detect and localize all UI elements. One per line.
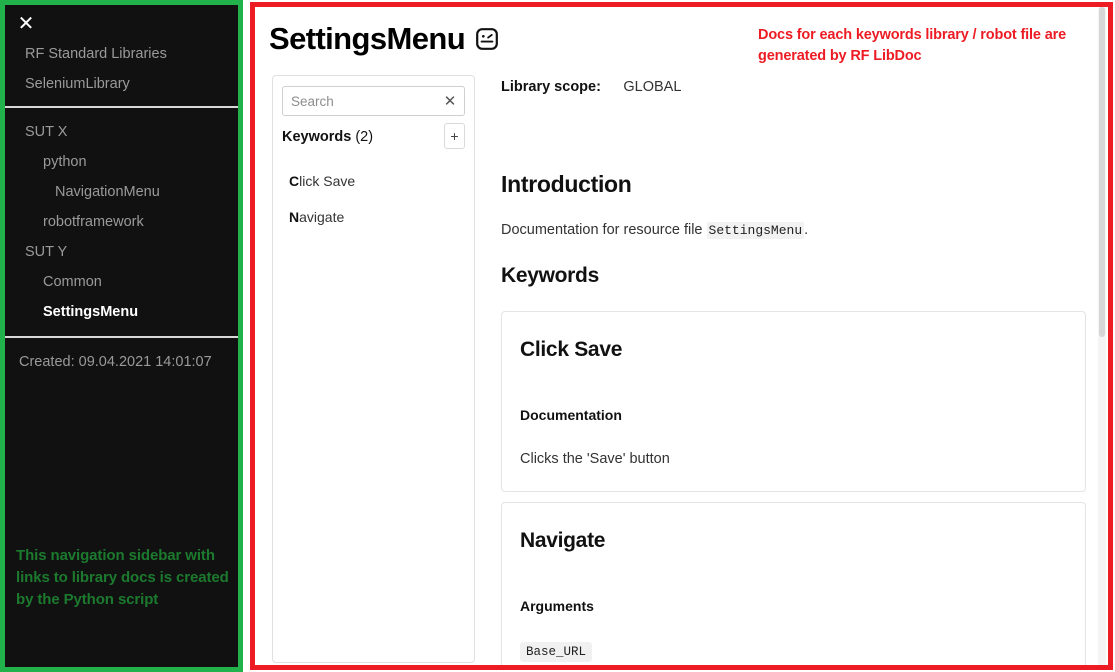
sidebar-item-rf-standard-libraries[interactable]: RF Standard Libraries <box>5 39 238 69</box>
document-scrollbar-thumb[interactable] <box>1099 7 1105 337</box>
introduction-text-after: . <box>804 222 809 238</box>
nav-group-libraries: RF Standard Libraries SeleniumLibrary <box>5 39 238 99</box>
libdoc-panel-inner: SettingsMenu Docs for each keywords libr… <box>255 7 1108 665</box>
navigation-sidebar-inner: ✕ RF Standard Libraries SeleniumLibrary … <box>5 5 238 667</box>
keyword-link-navigate[interactable]: Navigate <box>273 199 474 235</box>
keywords-header-label: Keywords <box>282 129 352 145</box>
sidebar-created-timestamp: Created: 09.04.2021 14:01:07 <box>19 354 212 370</box>
page-root: ✕ RF Standard Libraries SeleniumLibrary … <box>0 0 1115 672</box>
keyword-initial: C <box>289 173 300 189</box>
sidebar-item-sut-x[interactable]: SUT X <box>5 117 238 147</box>
sidebar-annotation-text: This navigation sidebar with links to li… <box>16 547 229 608</box>
sidebar-divider-top <box>5 106 238 108</box>
keyword-card-name: Click Save <box>520 338 623 361</box>
keyword-rest: avigate <box>299 209 345 225</box>
keyword-card-documentation: Clicks the 'Save' button <box>520 451 670 467</box>
introduction-heading: Introduction <box>501 171 632 197</box>
keyword-list: Click Save Navigate <box>273 163 474 235</box>
libdoc-panel: SettingsMenu Docs for each keywords libr… <box>250 2 1113 670</box>
sidebar-divider-bottom <box>5 336 238 338</box>
libdoc-annotation-text: Docs for each keywords library / robot f… <box>758 27 1067 64</box>
expand-all-button[interactable]: + <box>444 123 465 149</box>
library-scope-label: Library scope: <box>501 79 601 95</box>
keyword-rest: lick Save <box>299 173 356 189</box>
sidebar-item-navigationmenu[interactable]: NavigationMenu <box>5 177 238 207</box>
keywords-section-heading: Keywords <box>501 264 599 287</box>
library-scope-value: GLOBAL <box>623 79 682 95</box>
sidebar-item-python[interactable]: python <box>5 147 238 177</box>
page-title: SettingsMenu <box>269 21 466 56</box>
keyword-card[interactable]: Navigate Arguments Base_URL <box>501 502 1086 665</box>
sidebar-item-sut-y[interactable]: SUT Y <box>5 237 238 267</box>
introduction-code: SettingsMenu <box>706 222 805 239</box>
libdoc-title-row: SettingsMenu <box>269 21 499 57</box>
keywords-header-row: Keywords (2) + <box>282 123 465 153</box>
keywords-count: (2) <box>355 129 374 145</box>
search-input[interactable] <box>282 86 465 116</box>
keyword-initial: N <box>289 209 300 225</box>
sidebar-item-settingsmenu[interactable]: SettingsMenu <box>5 297 238 327</box>
keyword-card-argument: Base_URL <box>520 642 593 662</box>
sidebar-item-seleniumlibrary[interactable]: SeleniumLibrary <box>5 69 238 99</box>
keyword-cards: Click Save Documentation Clicks the 'Sav… <box>501 311 1086 665</box>
sidebar-item-robotframework[interactable]: robotframework <box>5 207 238 237</box>
keywords-header: Keywords (2) <box>282 129 373 145</box>
navigation-sidebar: ✕ RF Standard Libraries SeleniumLibrary … <box>0 0 243 672</box>
introduction-text: Documentation for resource file Settings… <box>501 222 809 239</box>
introduction-text-before: Documentation for resource file <box>501 222 707 238</box>
keyword-link-click-save[interactable]: Click Save <box>273 163 474 199</box>
document-scrollbar[interactable] <box>1098 7 1106 665</box>
library-scope-row: Library scope: GLOBAL <box>501 78 681 96</box>
keyword-navigator: ✕ Keywords (2) + Click Save Navigate <box>272 75 475 663</box>
keyword-card[interactable]: Click Save Documentation Clicks the 'Sav… <box>501 311 1086 492</box>
nav-group-suts: SUT X python NavigationMenu robotframewo… <box>5 117 238 327</box>
sidebar-item-common[interactable]: Common <box>5 267 238 297</box>
robot-face-icon <box>475 27 499 51</box>
search-row: ✕ <box>282 86 465 116</box>
documentation-column: Library scope: GLOBAL Introduction Docum… <box>493 67 1092 665</box>
keyword-card-section-label: Arguments <box>520 598 594 614</box>
keyword-card-name: Navigate <box>520 529 606 552</box>
keyword-card-section-label: Documentation <box>520 407 622 423</box>
clear-search-icon[interactable]: ✕ <box>442 92 458 110</box>
close-icon[interactable]: ✕ <box>15 11 37 35</box>
